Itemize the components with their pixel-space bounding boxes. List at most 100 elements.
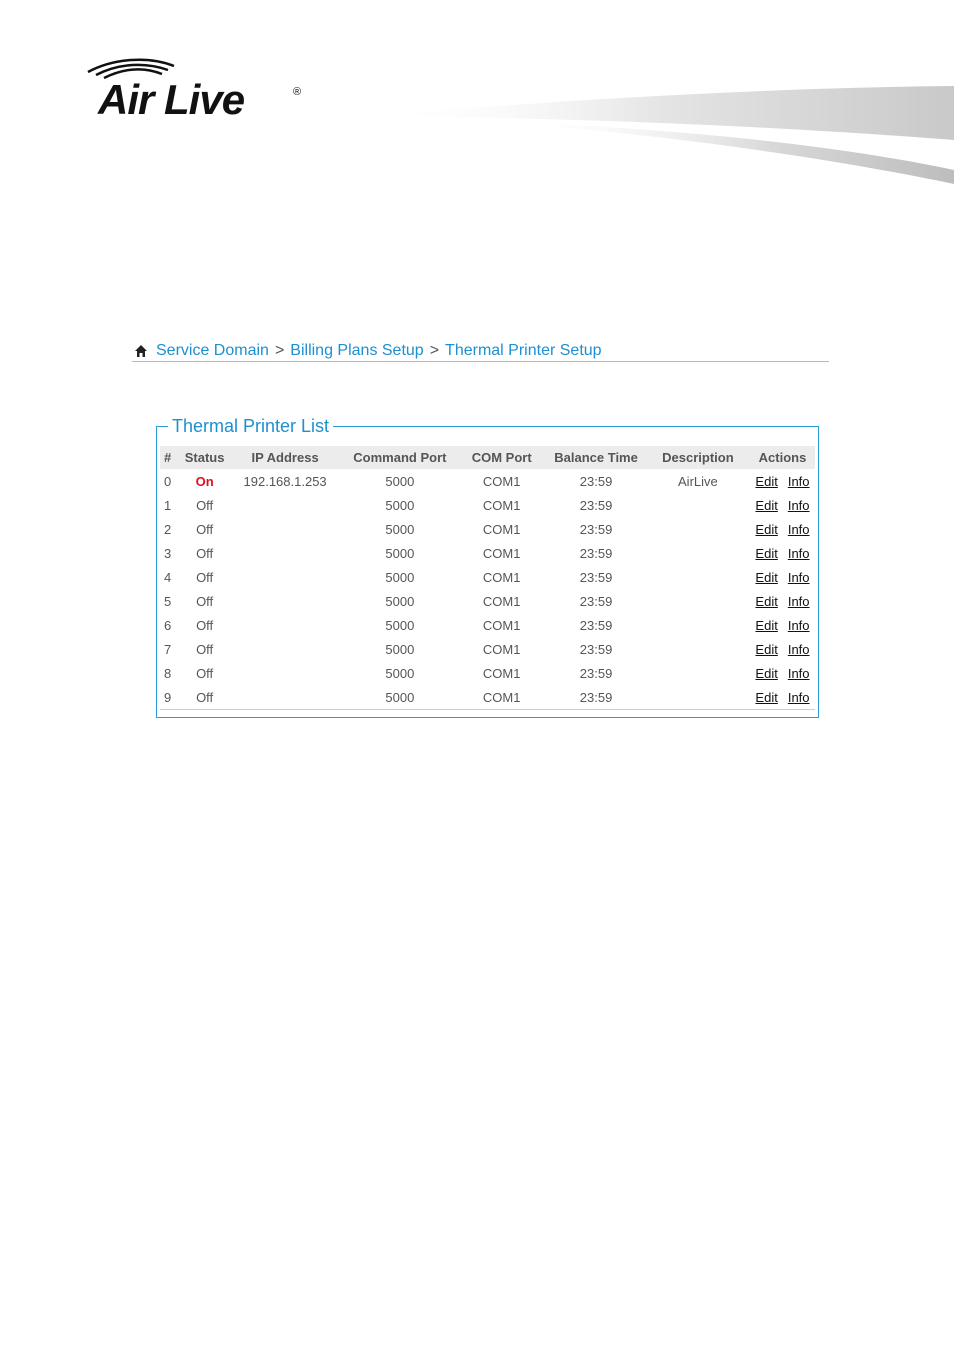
row-balance-time: 23:59 bbox=[579, 569, 613, 585]
row-ip-address bbox=[227, 685, 343, 710]
row-number: 3 bbox=[164, 545, 172, 561]
row-ip-address bbox=[228, 565, 343, 589]
row-description bbox=[646, 493, 750, 517]
row-ip-address bbox=[228, 661, 343, 685]
info-link[interactable]: Info bbox=[788, 594, 810, 609]
row-ip-address bbox=[228, 637, 343, 661]
edit-link[interactable]: Edit bbox=[755, 546, 777, 561]
row-description bbox=[646, 637, 750, 661]
col-header-command-port: Command Port bbox=[342, 446, 458, 469]
breadcrumb-separator: > bbox=[429, 341, 440, 359]
row-command-port: 5000 bbox=[385, 641, 415, 657]
col-header-status: Status bbox=[181, 446, 228, 469]
row-com-port: COM1 bbox=[482, 665, 521, 681]
row-balance-time: 23:59 bbox=[546, 685, 646, 710]
row-status: Off bbox=[196, 521, 214, 537]
row-actions: Edit Info bbox=[750, 493, 815, 517]
row-status: Off bbox=[196, 641, 214, 657]
row-description bbox=[646, 613, 750, 637]
row-number: 7 bbox=[164, 641, 172, 657]
row-status: Off bbox=[196, 569, 214, 585]
row-balance-time: 23:59 bbox=[579, 545, 613, 561]
row-com-port: COM1 bbox=[482, 473, 521, 489]
row-command-port: 5000 bbox=[342, 685, 458, 710]
edit-link[interactable]: Edit bbox=[755, 594, 777, 609]
row-number: 1 bbox=[164, 497, 172, 513]
row-actions: Edit Info bbox=[750, 613, 815, 637]
breadcrumb-thermal-printer-setup[interactable]: Thermal Printer Setup bbox=[445, 342, 602, 360]
info-link[interactable]: Info bbox=[788, 642, 810, 657]
col-header-com-port: COM Port bbox=[457, 446, 547, 469]
row-number: 2 bbox=[164, 521, 172, 537]
edit-link[interactable]: Edit bbox=[755, 498, 777, 513]
edit-link[interactable]: Edit bbox=[755, 666, 777, 681]
col-header-actions: Actions bbox=[749, 446, 815, 469]
row-description bbox=[646, 565, 750, 589]
row-status: Off bbox=[196, 593, 214, 609]
row-command-port: 5000 bbox=[385, 497, 415, 513]
row-com-port: COM1 bbox=[482, 545, 521, 561]
row-com-port: COM1 bbox=[482, 641, 521, 657]
breadcrumb-billing-plans-setup[interactable]: Billing Plans Setup bbox=[290, 342, 423, 360]
table-row: 2 Off 5000 COM1 23:59 Edit Info bbox=[160, 517, 815, 541]
col-header-number: # bbox=[160, 446, 182, 469]
row-actions: Edit Info bbox=[750, 565, 815, 589]
row-com-port: COM1 bbox=[482, 521, 521, 537]
row-com-port: COM1 bbox=[482, 593, 521, 609]
row-balance-time: 23:59 bbox=[579, 473, 613, 489]
breadcrumb: Service Domain > Billing Plans Setup > T… bbox=[132, 340, 829, 362]
home-icon[interactable] bbox=[134, 344, 148, 358]
row-balance-time: 23:59 bbox=[579, 593, 613, 609]
row-command-port: 5000 bbox=[385, 545, 415, 561]
info-link[interactable]: Info bbox=[788, 522, 810, 537]
col-header-description: Description bbox=[645, 446, 750, 469]
table-row: 1 Off 5000 COM1 23:59 Edit Info bbox=[160, 493, 815, 517]
table-row: 5 Off 5000 COM1 23:59 Edit Info bbox=[160, 589, 815, 613]
row-description bbox=[646, 589, 750, 613]
info-link[interactable]: Info bbox=[788, 546, 810, 561]
table-row: 8 Off 5000 COM1 23:59 Edit Info bbox=[160, 661, 815, 685]
info-link[interactable]: Info bbox=[788, 690, 810, 705]
col-header-ip-address: IP Address bbox=[227, 446, 343, 469]
info-link[interactable]: Info bbox=[788, 474, 810, 489]
table-row: 4 Off 5000 COM1 23:59 Edit Info bbox=[160, 565, 815, 589]
row-com-port: COM1 bbox=[457, 685, 547, 710]
row-com-port: COM1 bbox=[482, 569, 521, 585]
row-balance-time: 23:59 bbox=[579, 665, 613, 681]
row-balance-time: 23:59 bbox=[579, 497, 613, 513]
edit-link[interactable]: Edit bbox=[755, 522, 777, 537]
row-actions: Edit Info bbox=[749, 685, 815, 710]
row-actions: Edit Info bbox=[750, 661, 815, 685]
info-link[interactable]: Info bbox=[788, 618, 810, 633]
row-number: 8 bbox=[164, 665, 172, 681]
row-ip-address bbox=[228, 517, 343, 541]
info-link[interactable]: Info bbox=[788, 666, 810, 681]
edit-link[interactable]: Edit bbox=[755, 690, 777, 705]
breadcrumb-service-domain[interactable]: Service Domain bbox=[156, 342, 269, 360]
thermal-printer-table: # Status IP Address Command Port COM Por… bbox=[160, 446, 815, 710]
row-status: Off bbox=[181, 685, 228, 710]
row-description bbox=[646, 517, 750, 541]
row-com-port: COM1 bbox=[482, 617, 521, 633]
row-status: Off bbox=[196, 665, 214, 681]
edit-link[interactable]: Edit bbox=[755, 642, 777, 657]
row-ip-address bbox=[228, 541, 343, 565]
table-row: 3 Off 5000 COM1 23:59 Edit Info bbox=[160, 541, 815, 565]
edit-link[interactable]: Edit bbox=[755, 474, 777, 489]
info-link[interactable]: Info bbox=[788, 498, 810, 513]
info-link[interactable]: Info bbox=[788, 570, 810, 585]
row-number: 4 bbox=[164, 569, 172, 585]
breadcrumb-separator: > bbox=[274, 341, 285, 359]
row-status: Off bbox=[196, 617, 214, 633]
edit-link[interactable]: Edit bbox=[755, 570, 777, 585]
table-header-row: # Status IP Address Command Port COM Por… bbox=[160, 446, 815, 469]
document-header: Air Live ® bbox=[0, 0, 954, 200]
table-row: 7 Off 5000 COM1 23:59 Edit Info bbox=[160, 637, 815, 661]
row-number: 5 bbox=[164, 593, 172, 609]
airlive-logo: Air Live ® bbox=[84, 56, 314, 126]
row-ip-address bbox=[228, 493, 343, 517]
row-actions: Edit Info bbox=[750, 637, 815, 661]
row-description bbox=[646, 541, 750, 565]
edit-link[interactable]: Edit bbox=[755, 618, 777, 633]
table-row: 6 Off 5000 COM1 23:59 Edit Info bbox=[160, 613, 815, 637]
